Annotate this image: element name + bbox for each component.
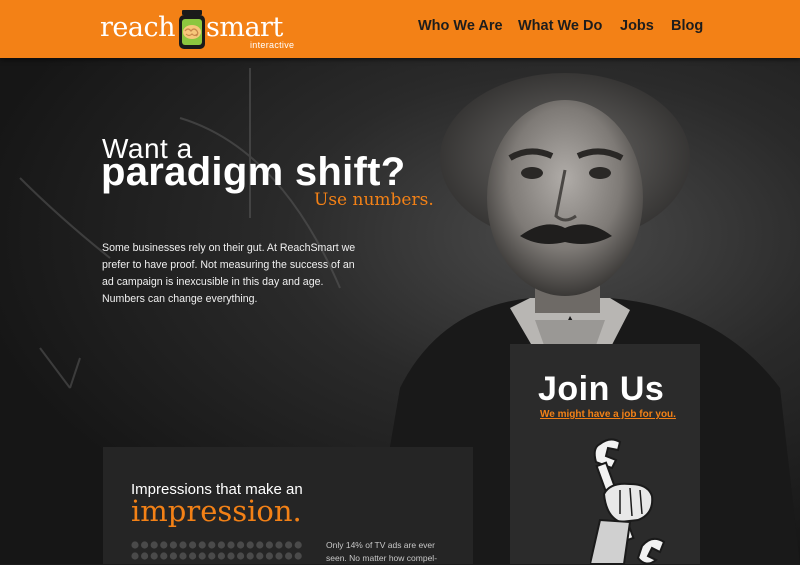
dot [131, 541, 139, 549]
dot [160, 552, 168, 560]
dot [227, 552, 235, 560]
dot [246, 541, 254, 549]
dot [285, 541, 293, 549]
dot [217, 541, 225, 549]
nav-blog[interactable]: Blog [671, 18, 703, 34]
dot [169, 552, 177, 560]
dot [198, 541, 206, 549]
dot [275, 541, 283, 549]
reachsmart-logo[interactable]: reach smart interactive [100, 6, 300, 52]
dot [275, 552, 283, 560]
dot [256, 541, 264, 549]
dot [150, 541, 158, 549]
dot [217, 552, 225, 560]
dot [179, 552, 187, 560]
dot [150, 552, 158, 560]
logo-reach-text: reach [100, 12, 176, 43]
top-navigation-bar: reach smart interactive Who We Are What … [0, 0, 800, 58]
dot [208, 552, 216, 560]
dot [237, 541, 245, 549]
dot [141, 552, 149, 560]
join-us-link[interactable]: We might have a job for you. [540, 409, 676, 420]
wrench-icon [590, 438, 666, 564]
logo-subtitle: interactive [250, 40, 295, 50]
dot [237, 552, 245, 560]
hero-body-text: Some businesses rely on their gut. At Re… [102, 242, 356, 305]
dot [189, 552, 197, 560]
nav-who-we-are[interactable]: Who We Are [418, 18, 503, 34]
dot [285, 552, 293, 560]
dot [246, 552, 254, 560]
dot [169, 541, 177, 549]
dot [227, 541, 235, 549]
brain-jar-icon [179, 10, 205, 49]
dot [294, 552, 302, 560]
join-us-title[interactable]: Join Us [538, 370, 664, 409]
impressions-heading-line2: impression. [131, 494, 302, 528]
dot [265, 541, 273, 549]
impressions-body-text: Only 14% of TV ads are ever seen. No mat… [326, 540, 438, 563]
dot [294, 541, 302, 549]
dot [189, 541, 197, 549]
dot-grid-graphic [131, 541, 302, 560]
dot [160, 541, 168, 549]
nav-jobs[interactable]: Jobs [620, 18, 654, 34]
dot [198, 552, 206, 560]
dot [179, 541, 187, 549]
dot [265, 552, 273, 560]
logo-smart-text: smart [206, 12, 283, 43]
dot [208, 541, 216, 549]
dot [256, 552, 264, 560]
dot [141, 541, 149, 549]
dot [131, 552, 139, 560]
hero-tagline: Use numbers. [314, 190, 434, 210]
hero-heading-line2: paradigm shift? [101, 150, 406, 194]
nav-what-we-do[interactable]: What We Do [518, 18, 602, 34]
